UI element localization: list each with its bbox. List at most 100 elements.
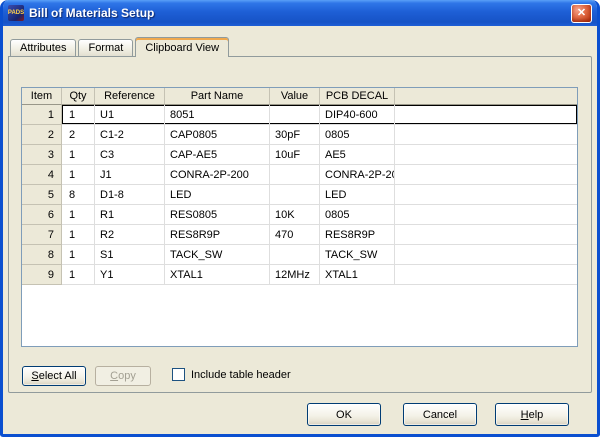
cell-item[interactable]: 8: [22, 245, 62, 265]
cell-reference[interactable]: R2: [95, 225, 165, 245]
cell-item[interactable]: 5: [22, 185, 62, 205]
cell-reference[interactable]: U1: [95, 105, 165, 125]
cell-part-name[interactable]: CAP0805: [165, 125, 270, 145]
cell-reference[interactable]: S1: [95, 245, 165, 265]
copy-accel: C: [110, 370, 118, 382]
cell-pcb-decal[interactable]: DIP40-600: [320, 105, 395, 125]
cell-value[interactable]: 470: [270, 225, 320, 245]
cell-reference[interactable]: C3: [95, 145, 165, 165]
cell-reference[interactable]: C1-2: [95, 125, 165, 145]
pads-logo-icon[interactable]: PADS: [8, 5, 24, 21]
table-row[interactable]: 8 1 S1 TACK_SW TACK_SW: [22, 245, 577, 265]
cell-pcb-decal[interactable]: XTAL1: [320, 265, 395, 285]
select-all-accel: S: [31, 370, 38, 382]
title-bar[interactable]: PADS Bill of Materials Setup ✕: [3, 0, 597, 26]
table-header-row: Item Qty Reference Part Name Value PCB D…: [22, 88, 577, 105]
help-button[interactable]: Help: [495, 403, 569, 426]
cell-part-name[interactable]: LED: [165, 185, 270, 205]
cell-item[interactable]: 4: [22, 165, 62, 185]
tab-clipboard-view[interactable]: Clipboard View: [135, 37, 229, 57]
cell-filler: [395, 225, 577, 245]
close-button[interactable]: ✕: [571, 4, 592, 23]
select-all-button[interactable]: Select All: [22, 366, 86, 386]
table-row[interactable]: 2 2 C1-2 CAP0805 30pF 0805: [22, 125, 577, 145]
tab-format[interactable]: Format: [78, 39, 133, 57]
cell-item[interactable]: 3: [22, 145, 62, 165]
window-title: Bill of Materials Setup: [29, 6, 566, 20]
cell-value[interactable]: 10K: [270, 205, 320, 225]
cell-qty[interactable]: 1: [62, 165, 95, 185]
cell-filler: [395, 265, 577, 285]
cell-reference[interactable]: J1: [95, 165, 165, 185]
col-header-pcb-decal: PCB DECAL: [320, 88, 395, 105]
cell-qty[interactable]: 1: [62, 225, 95, 245]
help-rest: elp: [529, 409, 544, 421]
cell-filler: [395, 125, 577, 145]
col-header-filler: [395, 88, 577, 105]
cancel-button[interactable]: Cancel: [403, 403, 477, 426]
cell-part-name[interactable]: CAP-AE5: [165, 145, 270, 165]
cell-reference[interactable]: R1: [95, 205, 165, 225]
cell-part-name[interactable]: RES0805: [165, 205, 270, 225]
tab-attributes[interactable]: Attributes: [10, 39, 76, 57]
table-row[interactable]: 5 8 D1-8 LED LED: [22, 185, 577, 205]
cell-value[interactable]: [270, 185, 320, 205]
cell-part-name[interactable]: TACK_SW: [165, 245, 270, 265]
table-row[interactable]: 7 1 R2 RES8R9P 470 RES8R9P: [22, 225, 577, 245]
cell-value[interactable]: 12MHz: [270, 265, 320, 285]
table-row[interactable]: 1 1 U1 8051 DIP40-600: [22, 105, 577, 125]
cell-pcb-decal[interactable]: AE5: [320, 145, 395, 165]
table-row[interactable]: 6 1 R1 RES0805 10K 0805: [22, 205, 577, 225]
cell-pcb-decal[interactable]: 0805: [320, 125, 395, 145]
table-row[interactable]: 3 1 C3 CAP-AE5 10uF AE5: [22, 145, 577, 165]
cell-item[interactable]: 7: [22, 225, 62, 245]
cell-filler: [395, 105, 577, 125]
select-all-rest: elect All: [39, 370, 77, 382]
cell-part-name[interactable]: CONRA-2P-200: [165, 165, 270, 185]
cell-value[interactable]: [270, 165, 320, 185]
cell-reference[interactable]: D1-8: [95, 185, 165, 205]
table-row[interactable]: 9 1 Y1 XTAL1 12MHz XTAL1: [22, 265, 577, 285]
cell-qty[interactable]: 1: [62, 145, 95, 165]
close-icon: ✕: [577, 8, 586, 19]
cell-qty[interactable]: 1: [62, 265, 95, 285]
cell-reference[interactable]: Y1: [95, 265, 165, 285]
tab-strip: Attributes Format Clipboard View: [10, 37, 231, 57]
cell-part-name[interactable]: 8051: [165, 105, 270, 125]
cell-part-name[interactable]: RES8R9P: [165, 225, 270, 245]
cell-pcb-decal[interactable]: RES8R9P: [320, 225, 395, 245]
col-header-item: Item: [22, 88, 62, 105]
cell-filler: [395, 185, 577, 205]
clipboard-view-panel: Item Qty Reference Part Name Value PCB D…: [8, 56, 592, 393]
cell-qty[interactable]: 1: [62, 205, 95, 225]
cell-qty[interactable]: 2: [62, 125, 95, 145]
cell-value[interactable]: [270, 105, 320, 125]
cell-filler: [395, 205, 577, 225]
ok-button[interactable]: OK: [307, 403, 381, 426]
bom-grid[interactable]: Item Qty Reference Part Name Value PCB D…: [21, 87, 578, 347]
include-table-header-label[interactable]: Include table header: [191, 369, 291, 381]
table-row[interactable]: 4 1 J1 CONRA-2P-200 CONRA-2P-200: [22, 165, 577, 185]
cell-value[interactable]: [270, 245, 320, 265]
cell-value[interactable]: 30pF: [270, 125, 320, 145]
cell-qty[interactable]: 1: [62, 105, 95, 125]
cell-item[interactable]: 6: [22, 205, 62, 225]
cell-item[interactable]: 1: [22, 105, 62, 125]
cell-filler: [395, 165, 577, 185]
include-table-header-checkbox[interactable]: [172, 368, 185, 381]
help-accel: H: [521, 409, 529, 421]
cell-item[interactable]: 9: [22, 265, 62, 285]
copy-button[interactable]: Copy: [95, 366, 151, 386]
cell-pcb-decal[interactable]: CONRA-2P-200: [320, 165, 395, 185]
cell-value[interactable]: 10uF: [270, 145, 320, 165]
col-header-value: Value: [270, 88, 320, 105]
cell-pcb-decal[interactable]: 0805: [320, 205, 395, 225]
cell-qty[interactable]: 1: [62, 245, 95, 265]
cell-qty[interactable]: 8: [62, 185, 95, 205]
cell-pcb-decal[interactable]: LED: [320, 185, 395, 205]
cell-pcb-decal[interactable]: TACK_SW: [320, 245, 395, 265]
col-header-reference: Reference: [95, 88, 165, 105]
cell-filler: [395, 245, 577, 265]
cell-part-name[interactable]: XTAL1: [165, 265, 270, 285]
cell-item[interactable]: 2: [22, 125, 62, 145]
